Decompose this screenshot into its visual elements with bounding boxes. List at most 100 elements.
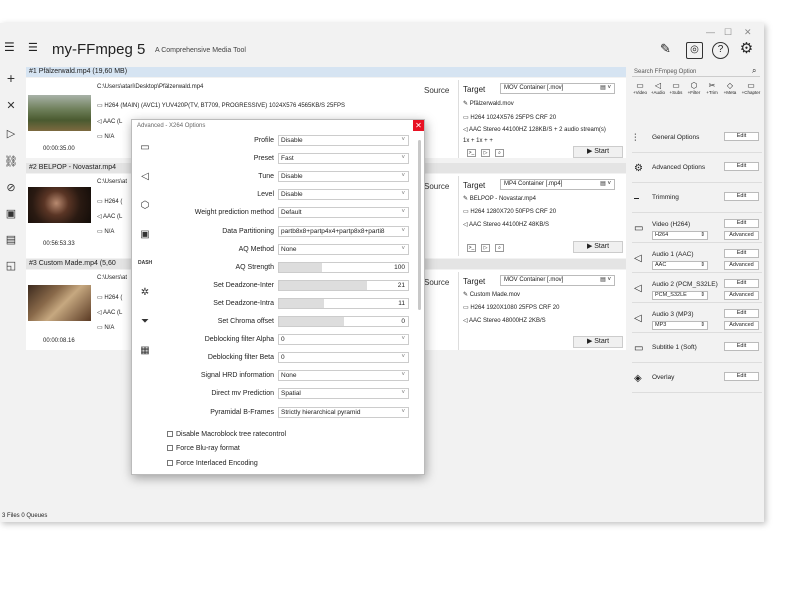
edit-button[interactable]: Edit — [724, 309, 759, 318]
option-slider[interactable]: 21 — [278, 279, 409, 291]
file-path: C:\Users\at — [97, 275, 128, 281]
edit-button[interactable]: Edit — [724, 162, 759, 171]
option-select[interactable]: 0 ˅ — [278, 334, 409, 346]
audio-stream-icon: ◁ — [634, 283, 642, 294]
film-icon[interactable]: ▤ — [4, 233, 18, 247]
file-header-1[interactable]: #1 Pfälzerwald.mp4 (19,60 MB) — [26, 67, 626, 77]
x264-options-dialog: Advanced - X264 Options ✕ ▭ ◁ ⬡ ▣ DASH ✲… — [131, 119, 425, 475]
target-label: Target — [463, 181, 486, 190]
audio1-stream-option: ◁ Audio 1 (AAC) AAC ⇕ Edit Advanced — [632, 245, 762, 273]
chart-icon[interactable]: ◱ — [4, 259, 18, 273]
help-icon[interactable]: ? — [712, 42, 729, 59]
link-icon[interactable]: ⛓ — [4, 155, 18, 169]
play-small-icon[interactable]: ▷ — [481, 149, 490, 157]
select-value: Disable — [281, 137, 303, 144]
option-row: Set Deadzone-Inter 21 — [132, 279, 412, 292]
start-button[interactable]: ▶ Start — [573, 336, 623, 348]
target-video: ▭ H264 1920X1080 25FPS CRF 20 — [463, 305, 560, 311]
image-icon[interactable]: ▣ — [4, 207, 18, 221]
add-icon[interactable]: + — [4, 71, 18, 85]
remove-icon[interactable]: ✕ — [4, 99, 18, 113]
checkbox-bluray[interactable]: Force Blu-ray format — [167, 445, 240, 452]
option-slider[interactable]: 11 — [278, 297, 409, 309]
maximize-icon[interactable]: ☐ — [724, 27, 732, 38]
tab-filter[interactable]: ⬡ +Filter — [686, 81, 702, 95]
terminal-icon[interactable]: >_ — [467, 149, 476, 157]
search-small-icon[interactable]: ⌕ — [495, 149, 504, 157]
chevron-down-icon: ˅ — [401, 372, 405, 379]
tab-trim[interactable]: ✂ +Trim — [704, 81, 720, 95]
codec-select[interactable]: PCM_S32LE ⇕ — [652, 291, 708, 300]
container-select[interactable]: MOV Container [.mov] ▤ ˅ — [500, 83, 615, 94]
option-select[interactable]: None ˅ — [278, 243, 409, 255]
option-select[interactable]: 0 ˅ — [278, 352, 409, 364]
tab-meta[interactable]: ◇ +Meta — [722, 81, 738, 95]
disable-icon[interactable]: ⊘ — [4, 181, 18, 195]
play-icon[interactable]: ▷ — [4, 127, 18, 141]
sliders-icon: ⫶ — [634, 133, 637, 144]
option-select[interactable]: Fast ˅ — [278, 153, 409, 165]
checkbox-macroblock[interactable]: Disable Macroblock tree ratecontrol — [167, 431, 286, 438]
menu-icon[interactable]: ☰ — [4, 40, 15, 54]
minimize-icon[interactable]: — — [706, 27, 715, 37]
tab-chapter[interactable]: ▭ +Chapter — [740, 81, 762, 95]
settings-gear-icon[interactable]: ⚙ — [738, 41, 755, 59]
select-value: Disable — [281, 191, 303, 199]
edit-button[interactable]: Edit — [724, 132, 759, 141]
tab-subs[interactable]: ▭ +Subs — [668, 81, 684, 95]
search-input[interactable]: Search FFmpeg Option — [632, 67, 760, 77]
codec-select[interactable]: MP3 ⇕ — [652, 321, 708, 330]
codec-select[interactable]: AAC ⇕ — [652, 261, 708, 270]
media-icon[interactable]: ◎ — [686, 42, 703, 59]
app-title: my-FFmpeg 5 — [52, 41, 146, 58]
search-icon[interactable]: ⌕ — [752, 66, 756, 76]
slider-fill — [279, 280, 367, 290]
tab-audio[interactable]: ◁ +Audio — [650, 81, 666, 95]
pencil-icon: ✎ — [463, 101, 470, 107]
tab-video[interactable]: ▭ +Video — [632, 81, 648, 95]
option-select[interactable]: Disable ˅ — [278, 189, 409, 201]
edit-button[interactable]: Edit — [724, 249, 759, 258]
edit-button[interactable]: Edit — [724, 219, 759, 228]
close-icon[interactable]: ✕ — [413, 120, 424, 131]
option-select[interactable]: Disable ˅ — [278, 135, 409, 146]
terminal-icon[interactable]: >_ — [467, 244, 476, 252]
option-slider[interactable]: 100 — [278, 261, 409, 273]
edit-button[interactable]: Edit — [724, 279, 759, 288]
audio-stream-icon: ◁ — [634, 313, 642, 324]
option-select[interactable]: Strictly hierarchical pyramid ˅ — [278, 406, 409, 418]
option-select[interactable]: partb8x8+partp4x4+partp8x8+parti8 ˅ — [278, 225, 409, 237]
option-row: AQ Method None ˅ — [132, 243, 412, 256]
option-select[interactable]: Default ˅ — [278, 207, 409, 219]
container-select[interactable]: MP4 Container [.mp4] ▤ ˅ — [500, 179, 615, 190]
start-button[interactable]: ▶ Start — [573, 146, 623, 158]
slider-value: 100 — [394, 263, 405, 271]
edit-button[interactable]: Edit — [724, 372, 759, 381]
option-select[interactable]: Spatial ˅ — [278, 388, 409, 400]
start-button[interactable]: ▶ Start — [573, 241, 623, 253]
option-select[interactable]: Disable ˅ — [278, 171, 409, 183]
edit-button[interactable]: Edit — [724, 342, 759, 351]
checkbox-interlaced[interactable]: Force Interlaced Encoding — [167, 460, 258, 467]
edit-tools-icon[interactable]: ✎ — [657, 42, 674, 59]
advanced-button[interactable]: Advanced — [724, 321, 759, 330]
audio-info: ◁ AAC (L — [97, 119, 123, 125]
option-slider[interactable]: 0 — [278, 316, 409, 327]
select-value: Default — [281, 209, 302, 217]
advanced-button[interactable]: Advanced — [724, 291, 759, 300]
edit-button[interactable]: Edit — [724, 192, 759, 201]
advanced-button[interactable]: Advanced — [724, 261, 759, 270]
option-label: Level — [257, 191, 274, 199]
search-small-icon[interactable]: ⌕ — [495, 244, 504, 252]
play-small-icon[interactable]: ▷ — [481, 244, 490, 252]
option-label: Profile — [254, 137, 274, 144]
option-select[interactable]: None ˅ — [278, 370, 409, 382]
select-value: 0 — [281, 354, 285, 362]
advanced-button[interactable]: Advanced — [724, 231, 759, 240]
container-select[interactable]: MOV Container [.mov] ▤ ˅ — [500, 275, 615, 286]
codec-select[interactable]: H264 ⇕ — [652, 231, 708, 240]
close-window-icon[interactable]: ✕ — [744, 27, 752, 38]
video-info: ▭ H264 (MAIN) (AVC1) YUV420P(TV, BT709, … — [97, 103, 346, 109]
scrollbar[interactable] — [418, 140, 421, 310]
list-icon[interactable]: ☰ — [28, 41, 38, 54]
